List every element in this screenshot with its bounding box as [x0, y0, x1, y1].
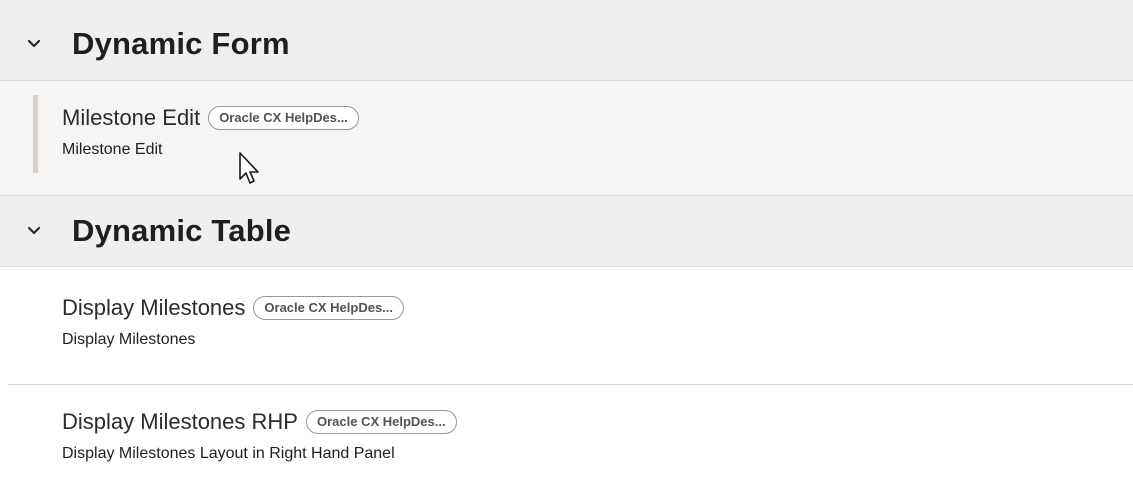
- item-name: Milestone Edit: [62, 105, 201, 130]
- list-item-milestone-edit[interactable]: Milestone Edit Oracle CX HelpDes... Mile…: [0, 81, 1133, 195]
- selection-indicator: [33, 95, 38, 173]
- section-header-dynamic-form[interactable]: Dynamic Form: [0, 0, 1133, 81]
- section-title: Dynamic Form: [72, 25, 290, 61]
- list-item-display-milestones[interactable]: Display Milestones Oracle CX HelpDes... …: [0, 267, 1133, 384]
- chevron-down-icon[interactable]: [26, 223, 42, 239]
- chevron-down-icon[interactable]: [26, 36, 42, 52]
- item-description: Display Milestones: [62, 331, 196, 348]
- item-name: Display Milestones RHP: [62, 409, 298, 434]
- section-header-dynamic-table[interactable]: Dynamic Table: [0, 195, 1133, 267]
- source-badge: Oracle CX HelpDes...: [208, 106, 359, 130]
- source-badge: Oracle CX HelpDes...: [305, 410, 457, 434]
- item-name: Display Milestones: [62, 295, 246, 320]
- list-item-display-milestones-rhp[interactable]: Display Milestones RHP Oracle CX HelpDes…: [0, 385, 1133, 490]
- item-description: Display Milestones Layout in Right Hand …: [62, 445, 395, 462]
- section-title: Dynamic Table: [72, 213, 292, 248]
- source-badge: Oracle CX HelpDes...: [253, 296, 405, 320]
- item-description: Milestone Edit: [62, 141, 163, 158]
- layouts-list: Dynamic Form Milestone Edit Oracle CX He…: [0, 0, 1133, 491]
